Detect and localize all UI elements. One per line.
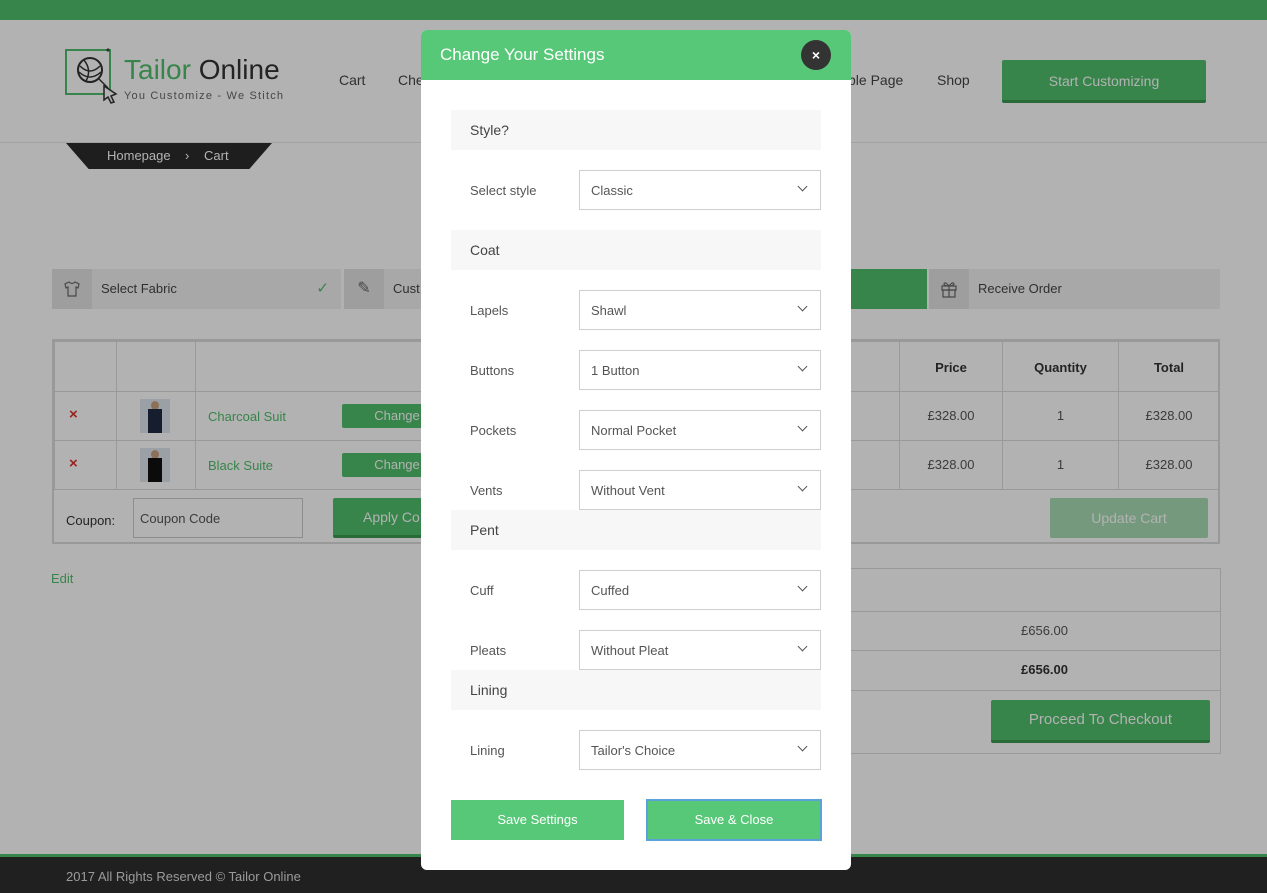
section-title: Pent	[470, 522, 499, 538]
vents-label: Vents	[470, 483, 503, 498]
lapels-label: Lapels	[470, 303, 509, 318]
close-icon[interactable]: ×	[801, 40, 831, 70]
pleats-label: Pleats	[470, 643, 507, 658]
chevron-down-icon	[797, 421, 808, 432]
chevron-down-icon	[797, 301, 808, 312]
save-and-close-button[interactable]: Save & Close	[646, 799, 822, 841]
chevron-down-icon	[797, 581, 808, 592]
section-pent: Pent	[451, 510, 821, 550]
section-title: Lining	[470, 682, 508, 698]
pockets-label: Pockets	[470, 423, 517, 438]
modal-header: Change Your Settings ×	[421, 30, 851, 80]
lining-select[interactable]: Tailor's Choice	[579, 730, 821, 770]
section-style: Style?	[451, 110, 821, 150]
chevron-down-icon	[797, 181, 808, 192]
buttons-label: Buttons	[470, 363, 515, 378]
buttons-select[interactable]: 1 Button	[579, 350, 821, 390]
modal-title: Change Your Settings	[440, 45, 605, 64]
lapels-select[interactable]: Shawl	[579, 290, 821, 330]
chevron-down-icon	[797, 481, 808, 492]
section-title: Coat	[470, 242, 500, 258]
section-coat: Coat	[451, 230, 821, 270]
lining-label: Lining	[470, 743, 505, 758]
save-settings-button[interactable]: Save Settings	[451, 800, 624, 840]
cuff-label: Cuff	[470, 583, 494, 598]
chevron-down-icon	[797, 741, 808, 752]
style-label: Select style	[470, 183, 537, 198]
cuff-select[interactable]: Cuffed	[579, 570, 821, 610]
pleats-select[interactable]: Without Pleat	[579, 630, 821, 670]
section-lining: Lining	[451, 670, 821, 710]
pockets-select[interactable]: Normal Pocket	[579, 410, 821, 450]
settings-modal: Change Your Settings × Style? Select sty…	[421, 30, 851, 870]
vents-select[interactable]: Without Vent	[579, 470, 821, 510]
style-select[interactable]: Classic	[579, 170, 821, 210]
section-title: Style?	[470, 122, 509, 138]
chevron-down-icon	[797, 361, 808, 372]
chevron-down-icon	[797, 641, 808, 652]
